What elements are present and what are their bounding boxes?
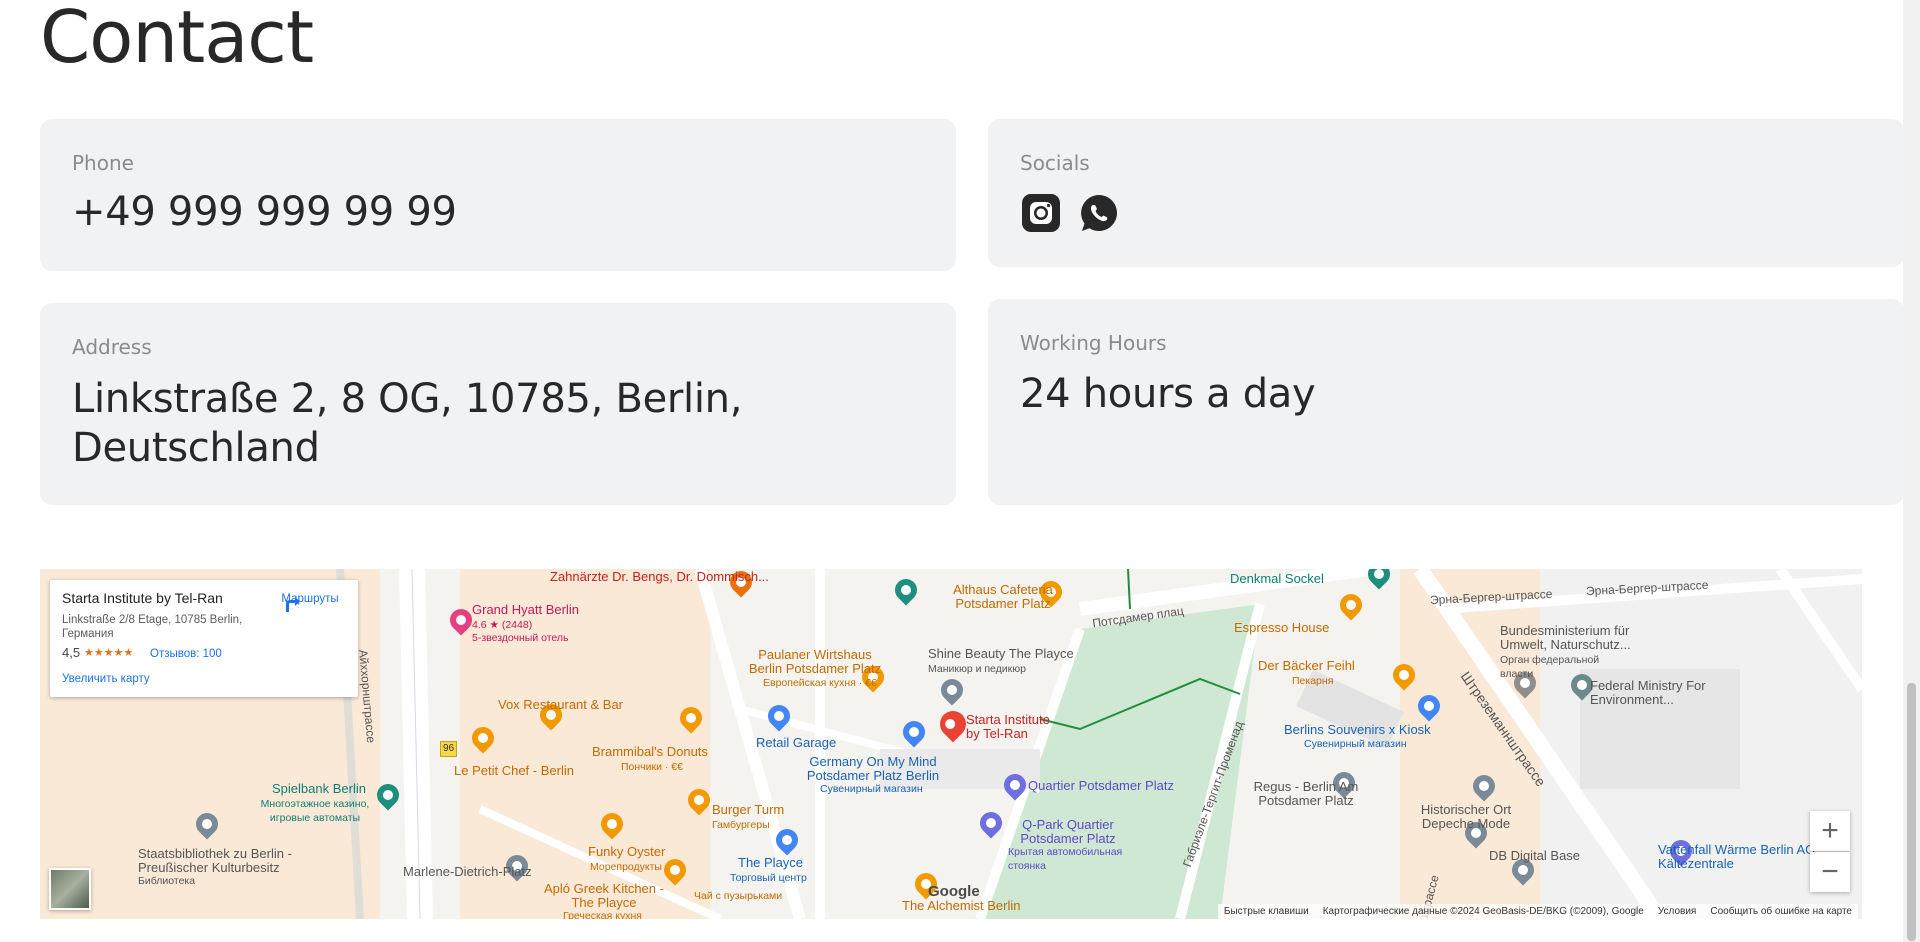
map-label-db-digital[interactable]: DB Digital Base [1489,849,1580,863]
infobox-address: Linkstraße 2/8 Etage, 10785 Berlin, Герм… [62,614,243,640]
working-hours-card: Working Hours 24 hours a day [988,299,1904,505]
map-label-germany-mind[interactable]: Germany On My Mind Potsdamer Platz Berli… [798,755,948,783]
map-data-credit: Картографические данные ©2024 GeoBasis-D… [1322,906,1644,917]
page-scrollbar[interactable] [1903,0,1920,942]
whatsapp-icon[interactable] [1078,192,1120,234]
map-label-chai: Чай с пузырьками [694,890,783,902]
map-label-paulaner[interactable]: Paulaner Wirtshaus Berlin Potsdamer Plat… [740,648,890,676]
map-label-starta[interactable]: Starta Institute by Tel-Ran [966,713,1066,741]
zoom-in-button[interactable]: + [1810,811,1850,851]
directions-icon [286,597,300,612]
instagram-icon[interactable] [1020,192,1062,234]
map-label-burger-turm-sub: Гамбургеры [712,819,770,831]
map-label-berlins-souvenirs[interactable]: Berlins Souvenirs x Kiosk [1284,723,1431,737]
map-label-ministry[interactable]: Bundesministerium für Umwelt, Naturschut… [1500,624,1650,652]
map-label-alchemist[interactable]: The Alchemist Berlin [902,899,1021,913]
map-label-dentists[interactable]: Zahnärzte Dr. Bengs, Dr. Dommisch... [550,570,769,584]
road-96-badge: 96 [440,741,458,757]
map-label-qpark[interactable]: Q-Park Quartier Potsdamer Platz [1008,818,1128,846]
map-label-espresso[interactable]: Espresso House [1234,621,1329,635]
map-label-marlene: Marlene-Dietrich-Platz [403,864,532,879]
map-label-brammibal[interactable]: Brammibal's Donuts [592,745,708,759]
address-line2: Deutschland [72,425,320,471]
map-attribution: Быстрые клавиши Картографические данные … [1217,904,1858,919]
map-label-shine[interactable]: Shine Beauty The Playce [928,647,1074,661]
map-label-spielbank-sub: Многоэтажное казино, игровые автоматы [260,798,370,824]
infobox-rating: 4,5 [62,645,81,660]
socials-label: Socials [1020,151,1090,175]
google-map[interactable]: Starta Institute by Tel-Ran Linkstraße 2… [40,569,1862,919]
map-label-le-petit[interactable]: Le Petit Chef - Berlin [454,764,574,778]
address-label: Address [72,335,152,359]
map-label-shine-sub: Маникюр и педикюр [928,663,1026,675]
map-label-baecker-sub: Пекарня [1292,675,1334,687]
infobox-enlarge-link[interactable]: Увеличить карту [62,672,150,686]
report-error-link[interactable]: Сообщить об ошибке на карте [1710,906,1852,917]
map-label-vox[interactable]: Vox Restaurant & Bar [498,698,623,712]
map-label-funky-oyster[interactable]: Funky Oyster [588,845,665,859]
scrollbar-thumb[interactable] [1907,683,1916,941]
map-label-grand-hyatt-sub: 5-звездочный отель [472,632,569,644]
terms-link[interactable]: Условия [1658,906,1697,917]
socials-card: Socials [988,119,1904,267]
map-label-retail-garage[interactable]: Retail Garage [756,736,836,750]
map-label-germany-mind-sub: Сувенирный магазин [820,783,923,795]
map-label-qpark-sub: Крытая автомобильная стоянка [1008,846,1123,872]
address-card: Address Linkstraße 2, 8 OG, 10785, Berli… [40,303,956,505]
map-label-aplo[interactable]: Apló Greek Kitchen - The Playce [544,882,664,910]
map-label-berlins-souvenirs-sub: Сувенирный магазин [1304,738,1407,750]
keyboard-shortcuts-link[interactable]: Быстрые клавиши [1224,906,1309,917]
working-hours-label: Working Hours [1020,331,1167,355]
phone-card: Phone +49 999 999 99 99 [40,119,956,271]
map-label-quartier[interactable]: Quartier Potsdamer Platz [1028,779,1174,793]
map-label-spielbank[interactable]: Spielbank Berlin [272,782,366,796]
map-label-regus[interactable]: Regus - Berlin Am Potsdamer Platz [1246,780,1366,808]
map-label-aplo-sub: Греческая кухня [563,910,642,919]
map-label-denkmal[interactable]: Denkmal Sockel [1230,572,1324,586]
infobox-stars: ★★★★★ [84,647,134,659]
map-label-grand-hyatt-rating: 4.6 ★ (2448) [472,619,533,631]
infobox-reviews-link[interactable]: Отзывов: 100 [150,647,222,661]
directions-button[interactable]: Маршруты [280,592,340,612]
google-logo: Google [928,883,980,900]
map-label-burger-turm[interactable]: Burger Turm [712,803,784,817]
map-label-the-playce[interactable]: The Playce [738,856,803,870]
zoom-out-button[interactable]: − [1810,852,1850,892]
map-label-staatsbibliothek[interactable]: Staatsbibliothek zu Berlin - Preußischer… [138,847,338,875]
map-label-althaus[interactable]: Althaus Cafeteria Potsdamer Platz [928,583,1078,611]
map-infobox: Starta Institute by Tel-Ran Linkstraße 2… [50,580,358,697]
map-label-vattenfall[interactable]: Vattenfall Wärme Berlin AG, Kältezentral… [1658,843,1828,871]
map-label-historischer[interactable]: Historischer Ort Depeche Mode [1406,803,1526,831]
phone-value[interactable]: +49 999 999 99 99 [72,188,457,237]
map-label-funky-oyster-sub: Морепродукты [590,861,662,873]
map-label-grand-hyatt[interactable]: Grand Hyatt Berlin [472,603,579,617]
address-line1: Linkstraße 2, 8 OG, 10785, Berlin, [72,376,743,422]
phone-label: Phone [72,151,134,175]
map-label-ministry-sub: Орган федеральной власти [1500,654,1600,680]
page-title: Contact [40,0,314,79]
map-label-staatsbibliothek-sub: Библиотека [138,875,196,887]
infobox-title: Starta Institute by Tel-Ran [62,590,223,606]
map-label-the-playce-sub: Торговый центр [730,872,807,884]
satellite-layer-toggle[interactable] [49,868,91,910]
map-label-federal-ministry[interactable]: Federal Ministry For Environment... [1590,679,1740,707]
map-label-baecker[interactable]: Der Bäcker Feihl [1258,659,1355,673]
working-hours-value: 24 hours a day [1020,371,1316,417]
map-label-brammibal-sub: Пончики · €€ [621,761,683,773]
map-label-paulaner-sub: Европейская кухня · €€ [763,677,877,689]
